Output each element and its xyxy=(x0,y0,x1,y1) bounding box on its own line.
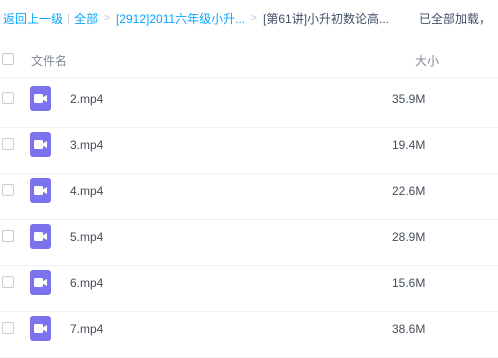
video-file-icon xyxy=(30,178,51,203)
file-name[interactable]: 5.mp4 xyxy=(70,230,103,244)
file-name[interactable]: 6.mp4 xyxy=(70,276,103,290)
row-checkbox[interactable] xyxy=(2,138,14,150)
breadcrumb-folder-link[interactable]: [2912]2011六年级小升... xyxy=(116,10,245,27)
file-name[interactable]: 4.mp4 xyxy=(70,184,103,198)
file-list-header: 文件名 大小 xyxy=(0,42,498,78)
row-checkbox[interactable] xyxy=(2,230,14,242)
video-file-icon xyxy=(30,270,51,295)
file-row[interactable]: 3.mp4 19.4M xyxy=(0,128,498,174)
back-link[interactable]: 返回上一级 xyxy=(3,10,63,27)
file-size: 15.6M xyxy=(392,276,426,290)
breadcrumb-arrow-icon: > xyxy=(104,12,110,24)
row-checkbox[interactable] xyxy=(2,92,14,104)
file-row[interactable]: 7.mp4 38.6M xyxy=(0,312,498,358)
file-size: 35.9M xyxy=(392,92,426,106)
select-all-checkbox[interactable] xyxy=(2,53,14,65)
row-checkbox[interactable] xyxy=(2,276,14,288)
file-name[interactable]: 3.mp4 xyxy=(70,138,103,152)
video-file-icon xyxy=(30,132,51,157)
video-file-icon xyxy=(30,224,51,249)
row-checkbox[interactable] xyxy=(2,322,14,334)
breadcrumb-current: [第61讲]小升初数论高... xyxy=(263,11,390,26)
breadcrumb: 返回上一级 | 全部 > [2912]2011六年级小升... > [第61讲]… xyxy=(0,0,498,36)
file-size: 19.4M xyxy=(392,138,426,152)
breadcrumb-arrow-icon: > xyxy=(251,12,258,24)
file-row[interactable]: 6.mp4 15.6M xyxy=(0,266,498,312)
file-name[interactable]: 7.mp4 xyxy=(70,322,103,336)
file-row[interactable]: 4.mp4 22.6M xyxy=(0,174,498,220)
column-header-size[interactable]: 大小 xyxy=(415,52,439,69)
video-file-icon xyxy=(30,316,51,341)
file-name[interactable]: 2.mp4 xyxy=(70,92,103,106)
column-header-name[interactable]: 文件名 xyxy=(31,52,67,69)
file-size: 22.6M xyxy=(392,184,426,198)
breadcrumb-divider: | xyxy=(67,11,71,25)
file-size: 28.9M xyxy=(392,230,426,244)
file-row[interactable]: 5.mp4 28.9M xyxy=(0,220,498,266)
file-size: 38.6M xyxy=(392,322,426,336)
breadcrumb-all-link[interactable]: 全部 xyxy=(74,10,98,27)
row-checkbox[interactable] xyxy=(2,184,14,196)
load-status-text: 已全部加载， xyxy=(419,11,492,26)
video-file-icon xyxy=(30,86,51,111)
file-row[interactable]: 2.mp4 35.9M xyxy=(0,82,498,128)
